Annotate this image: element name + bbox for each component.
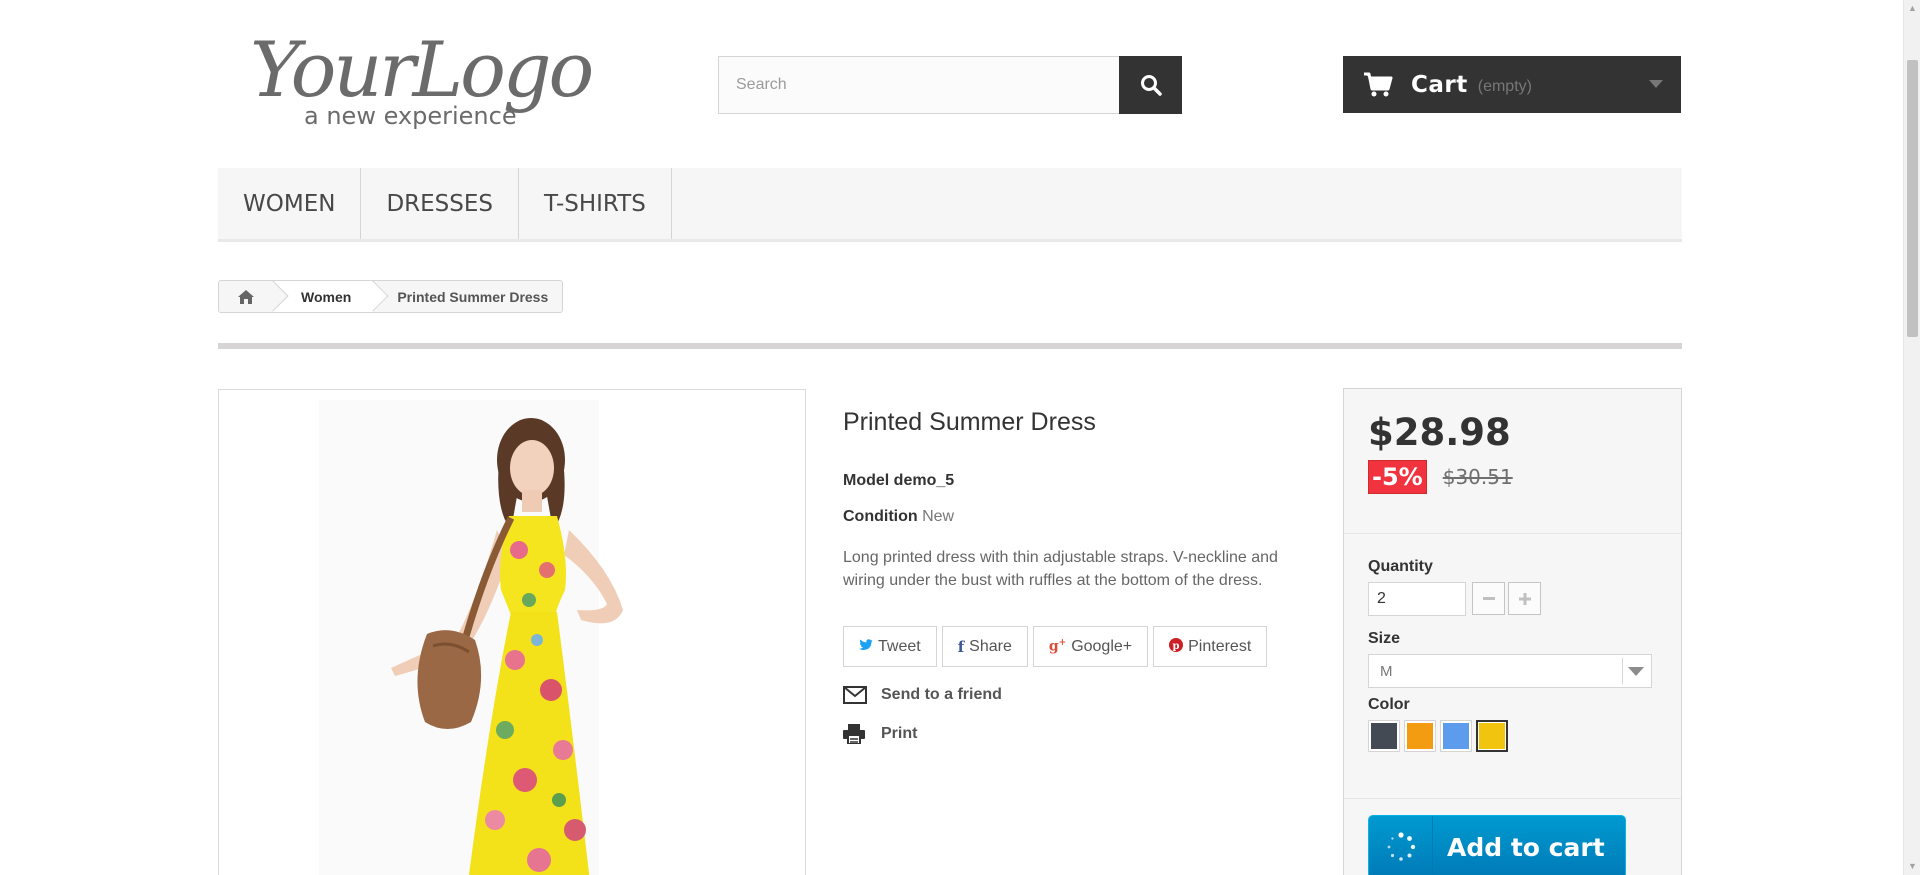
cart-label: Cart [1411,71,1468,98]
breadcrumb: Women Printed Summer Dress [218,280,564,313]
size-value: M [1380,662,1393,680]
cart-status: (empty) [1477,77,1532,95]
page-scrollbar[interactable]: ▲ ▼ [1903,0,1920,875]
send-to-friend-label: Send to a friend [881,686,1002,703]
search-input[interactable] [718,56,1119,114]
pinterest-label: Pinterest [1188,637,1252,655]
facebook-icon: f [957,637,965,656]
color-swatch-yellow[interactable] [1476,720,1508,752]
quantity-increase-button[interactable] [1508,582,1541,615]
scroll-up-icon[interactable]: ▲ [1904,0,1920,17]
tweet-button[interactable]: Tweet [843,626,937,667]
color-swatch-blue[interactable] [1440,720,1472,752]
buy-box: $28.98 -5% $30.51 Quantity Size M Color [1343,388,1682,875]
twitter-icon [859,638,873,655]
google-plus-label: Google+ [1071,637,1133,655]
color-swatch-orange[interactable] [1404,720,1436,752]
condition-value: New [922,508,955,525]
svg-text:p: p [1173,641,1180,652]
quantity-decrease-button[interactable] [1472,582,1505,615]
pinterest-icon: p [1169,637,1184,656]
share-button[interactable]: f Share [941,626,1028,667]
section-divider [218,343,1682,349]
search-button[interactable] [1119,56,1182,114]
loading-spinner-icon [1369,816,1433,875]
product-title: Printed Summer Dress [843,408,1096,436]
model-value: demo_5 [893,472,955,489]
shopping-cart-icon [1364,72,1393,96]
google-plus-icon: g+ [1048,638,1067,655]
tweet-label: Tweet [878,637,921,655]
home-icon [238,289,254,304]
menu-item-dresses[interactable]: DRESSES [361,168,519,239]
social-sharing: Tweet f Share g+ Google+ p Pinterest [843,626,1268,667]
product-condition: Condition New [843,508,954,526]
color-label: Color [1368,696,1410,713]
logo-tagline: a new experience [304,102,517,130]
quantity-input[interactable] [1368,582,1466,616]
scrollbar-thumb[interactable] [1907,60,1918,337]
menu-item-tshirts[interactable]: T-SHIRTS [519,168,672,239]
product-price: $28.98 [1368,411,1511,454]
print-link[interactable]: Print [843,724,917,744]
minus-icon [1482,596,1495,600]
product-description: Long printed dress with thin adjustable … [843,549,1278,589]
search-icon [1140,75,1162,96]
price-block: $28.98 -5% $30.51 [1344,389,1681,534]
product-image[interactable] [218,389,806,875]
discount-badge: -5% [1368,460,1427,494]
breadcrumb-label: Women [301,288,352,305]
product-model: Model demo_5 [843,472,954,490]
search-form [718,56,1182,114]
condition-label: Condition [843,508,918,525]
old-price: $30.51 [1442,465,1513,489]
main-menu: WOMEN DRESSES T-SHIRTS [218,168,1682,242]
product-photo [219,390,805,875]
pinterest-button[interactable]: p Pinterest [1153,626,1268,667]
logo-main-text: YourLogo [250,25,591,114]
plus-icon [1518,592,1531,605]
send-to-friend-link[interactable]: Send to a friend [843,686,1002,704]
chevron-down-icon [1622,658,1649,684]
google-plus-button[interactable]: g+ Google+ [1032,626,1149,667]
cart-button[interactable]: Cart (empty) [1343,56,1681,113]
breadcrumb-home[interactable] [219,281,289,312]
site-logo[interactable]: YourLogo a new experience [244,20,614,130]
envelope-icon [843,686,871,704]
scroll-down-icon[interactable]: ▼ [1904,858,1920,875]
product-options: Quantity Size M Color [1344,534,1681,799]
size-select[interactable]: M [1368,654,1652,688]
print-label: Print [881,725,918,742]
printer-icon [843,724,871,744]
size-label: Size [1368,630,1401,647]
breadcrumb-current: Printed Summer Dress [397,288,549,305]
add-to-cart-label: Add to cart [1447,832,1605,862]
model-label: Model [843,472,890,489]
chevron-down-icon [1649,80,1663,88]
add-to-cart-button[interactable]: Add to cart [1368,815,1626,875]
quantity-label: Quantity [1368,558,1433,575]
color-swatch-dark-grey[interactable] [1368,720,1400,752]
share-label: Share [969,637,1012,655]
menu-item-women[interactable]: WOMEN [218,168,362,239]
color-swatches [1368,720,1508,752]
